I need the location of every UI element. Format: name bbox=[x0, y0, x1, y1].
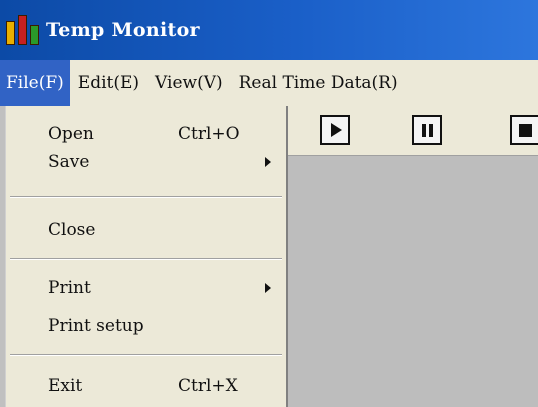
app-window: Temp Monitor File(F) Edit(E) View(V) Rea… bbox=[0, 0, 538, 407]
menu-item-open-label: Open bbox=[48, 124, 94, 144]
submenu-arrow-icon bbox=[265, 157, 271, 167]
menu-item-exit-shortcut: Ctrl+X bbox=[178, 376, 238, 396]
menu-edit[interactable]: Edit(E) bbox=[70, 60, 147, 106]
menu-item-close-label: Close bbox=[48, 220, 96, 240]
stop-button[interactable] bbox=[510, 115, 538, 145]
window-title: Temp Monitor bbox=[46, 19, 200, 41]
bar-chart-app-icon[interactable] bbox=[6, 15, 40, 45]
title-bar[interactable]: Temp Monitor bbox=[0, 0, 538, 60]
pause-icon bbox=[421, 123, 433, 137]
menu-separator bbox=[10, 196, 282, 198]
menu-item-print[interactable]: Print bbox=[6, 274, 286, 302]
menu-item-close[interactable]: Close bbox=[6, 216, 286, 244]
play-icon bbox=[331, 123, 342, 137]
menu-item-exit-label: Exit bbox=[48, 376, 83, 396]
menu-separator bbox=[10, 354, 282, 356]
menu-item-exit[interactable]: Exit Ctrl+X bbox=[6, 372, 286, 400]
menu-file[interactable]: File(F) bbox=[0, 60, 70, 106]
menu-item-print-setup[interactable]: Print setup bbox=[6, 312, 286, 340]
client-area bbox=[288, 156, 538, 407]
pause-button[interactable] bbox=[412, 115, 442, 145]
menu-separator bbox=[10, 258, 282, 260]
menu-item-open[interactable]: Open Ctrl+O bbox=[6, 120, 286, 148]
menu-item-print-label: Print bbox=[48, 278, 91, 298]
menu-item-save-label: Save bbox=[48, 152, 90, 172]
menu-view[interactable]: View(V) bbox=[147, 60, 231, 106]
menu-real-time-data[interactable]: Real Time Data(R) bbox=[231, 60, 406, 106]
menu-bar: File(F) Edit(E) View(V) Real Time Data(R… bbox=[0, 60, 538, 106]
menu-item-print-setup-label: Print setup bbox=[48, 316, 144, 336]
stop-icon bbox=[518, 123, 532, 137]
toolbar bbox=[288, 106, 538, 156]
play-button[interactable] bbox=[320, 115, 350, 145]
submenu-arrow-icon bbox=[265, 283, 271, 293]
menu-item-save[interactable]: Save bbox=[6, 148, 286, 176]
menu-item-open-shortcut: Ctrl+O bbox=[178, 124, 240, 144]
file-menu-dropdown: Open Ctrl+O Save Close Print Print setup… bbox=[5, 106, 288, 407]
